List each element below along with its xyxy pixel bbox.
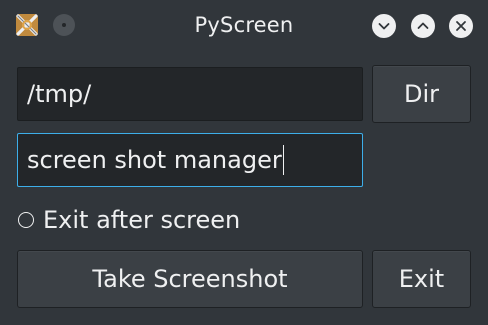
minimize-icon[interactable] [372,14,396,38]
filename-input[interactable]: screen shot manager [17,133,363,187]
filename-value: screen shot manager [27,146,282,174]
pyscreen-window: PyScreen /tmp/ Dir screen shot manager E… [0,0,488,325]
take-screenshot-button[interactable]: Take Screenshot [17,250,363,308]
maximize-icon[interactable] [411,14,435,38]
directory-input[interactable]: /tmp/ [17,67,363,121]
exit-button[interactable]: Exit [372,250,471,308]
dir-button[interactable]: Dir [372,65,471,123]
directory-value: /tmp/ [27,80,92,108]
text-caret [282,145,284,175]
close-icon[interactable] [449,14,473,38]
exit-after-option[interactable]: Exit after screen [18,204,240,236]
exit-after-label[interactable]: Exit after screen [43,206,240,234]
title-bar[interactable]: PyScreen [0,0,488,52]
exit-after-radio[interactable] [18,212,34,228]
